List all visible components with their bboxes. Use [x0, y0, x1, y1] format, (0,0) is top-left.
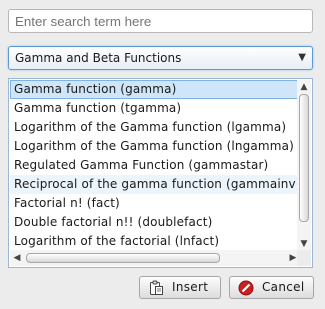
list-item[interactable]: Reciprocal of the gamma function (gammai… — [10, 175, 300, 194]
function-list[interactable]: Gamma function (gamma) Gamma function (tg… — [8, 78, 313, 268]
vertical-scrollbar[interactable]: ▲ ▼ — [297, 80, 311, 251]
list-item[interactable]: Gamma function (tgamma) — [10, 99, 300, 118]
insert-button-label: Insert — [172, 280, 209, 294]
insert-button[interactable]: Insert — [139, 276, 221, 299]
scroll-left-icon[interactable]: ◀ — [10, 250, 24, 266]
category-select[interactable]: Gamma and Beta Functions ▼ — [8, 46, 313, 70]
list-item[interactable]: Factorial n! (fact) — [10, 194, 300, 213]
vertical-scroll-thumb[interactable] — [299, 94, 309, 222]
category-select-value: Gamma and Beta Functions — [15, 51, 182, 65]
scroll-corner — [297, 250, 311, 266]
list-item[interactable]: Logarithm of the Gamma function (lgamma) — [10, 118, 300, 137]
horizontal-scrollbar[interactable]: ◀ ▶ — [10, 250, 300, 266]
scroll-up-icon[interactable]: ▲ — [297, 80, 311, 94]
cancel-button-label: Cancel — [262, 280, 305, 294]
chevron-down-icon[interactable]: ▼ — [298, 47, 306, 69]
list-item[interactable]: Gamma function (gamma) — [10, 80, 300, 99]
function-list-rows: Gamma function (gamma) Gamma function (tg… — [10, 80, 300, 250]
cancel-icon — [238, 280, 254, 296]
horizontal-scroll-thumb[interactable] — [26, 253, 220, 263]
list-item[interactable]: Logarithm of the factorial (lnfact) — [10, 232, 300, 250]
list-item[interactable]: Logarithm of the Gamma function (lngamma… — [10, 137, 300, 156]
clipboard-icon — [150, 280, 163, 295]
list-item[interactable]: Regulated Gamma Function (gammastar) — [10, 156, 300, 175]
list-item[interactable]: Double factorial n!! (doublefact) — [10, 213, 300, 232]
cancel-button[interactable]: Cancel — [229, 276, 314, 299]
scroll-down-icon[interactable]: ▼ — [297, 237, 311, 251]
search-input[interactable] — [8, 9, 313, 33]
